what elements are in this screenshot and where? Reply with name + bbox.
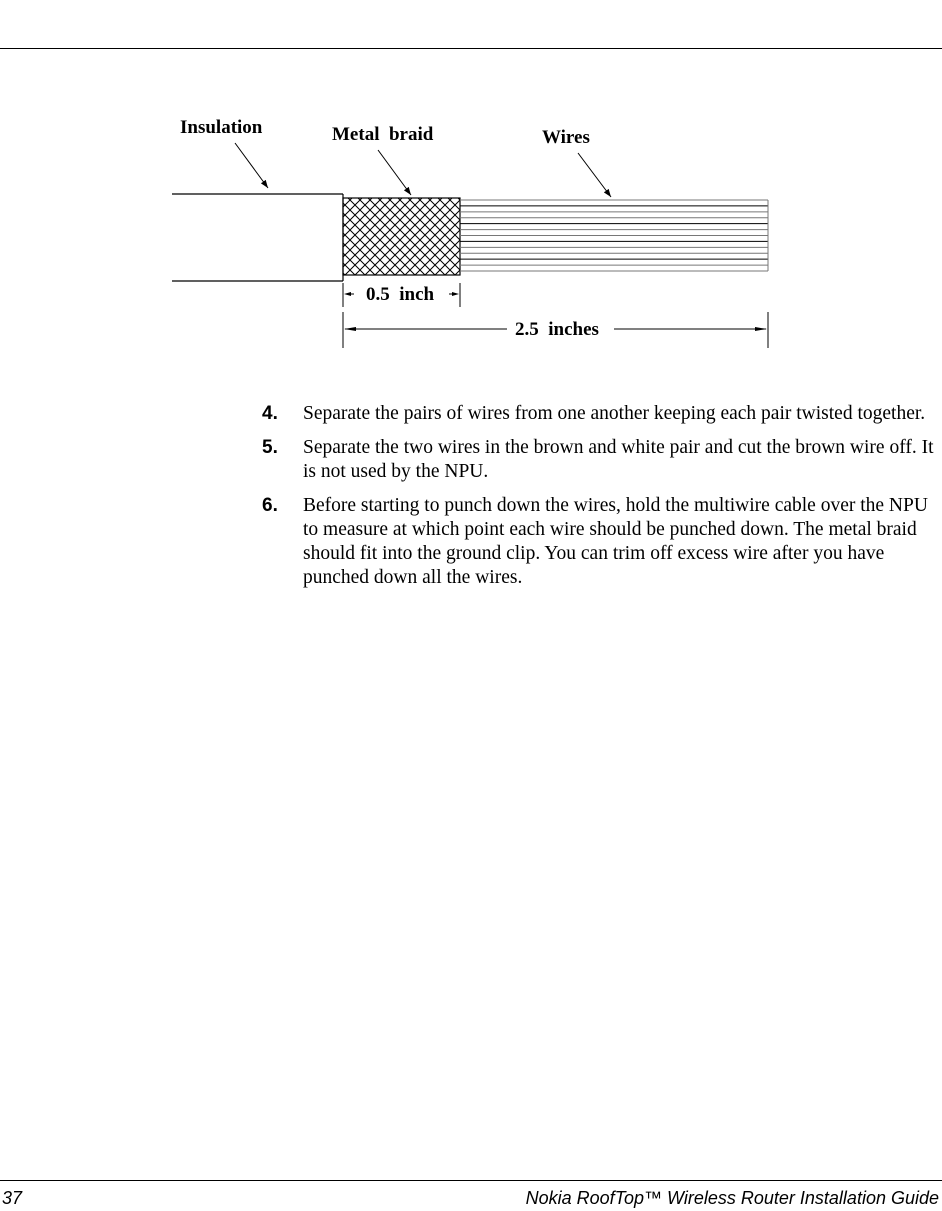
footer-rule bbox=[0, 1180, 942, 1181]
metal-braid-shape bbox=[342, 197, 461, 276]
wires-label: Wires bbox=[542, 127, 590, 148]
step-5: 5. Separate the two wires in the brown a… bbox=[262, 436, 942, 484]
braid-length-label: 0.5 inch bbox=[366, 284, 435, 305]
wires-shape bbox=[460, 199, 769, 272]
step-number: 6. bbox=[262, 495, 278, 516]
instruction-steps: 4. Separate the pairs of wires from one … bbox=[262, 402, 942, 600]
document-title: Nokia RoofTop™ Wireless Router Installat… bbox=[525, 1188, 939, 1208]
step-6: 6. Before starting to punch down the wir… bbox=[262, 494, 942, 590]
metal-braid-pointer bbox=[377, 149, 412, 196]
insulation-shape bbox=[172, 193, 344, 282]
step-number: 5. bbox=[262, 437, 278, 458]
step-text: Separate the two wires in the brown and … bbox=[303, 437, 934, 482]
step-text: Separate the pairs of wires from one ano… bbox=[303, 403, 926, 424]
insulation-label: Insulation bbox=[180, 117, 263, 138]
insulation-pointer bbox=[234, 142, 269, 189]
step-text: Before starting to punch down the wires,… bbox=[303, 495, 928, 588]
step-number: 4. bbox=[262, 403, 278, 424]
wires-pointer bbox=[577, 152, 612, 198]
page-number: 37 bbox=[2, 1188, 23, 1208]
total-length-label: 2.5 inches bbox=[515, 319, 599, 340]
metal-braid-label: Metal braid bbox=[332, 124, 434, 145]
step-4: 4. Separate the pairs of wires from one … bbox=[262, 402, 942, 426]
cable-stripping-diagram: Insulation Metal braid Wires 0.5 inch 2.… bbox=[172, 117, 769, 348]
